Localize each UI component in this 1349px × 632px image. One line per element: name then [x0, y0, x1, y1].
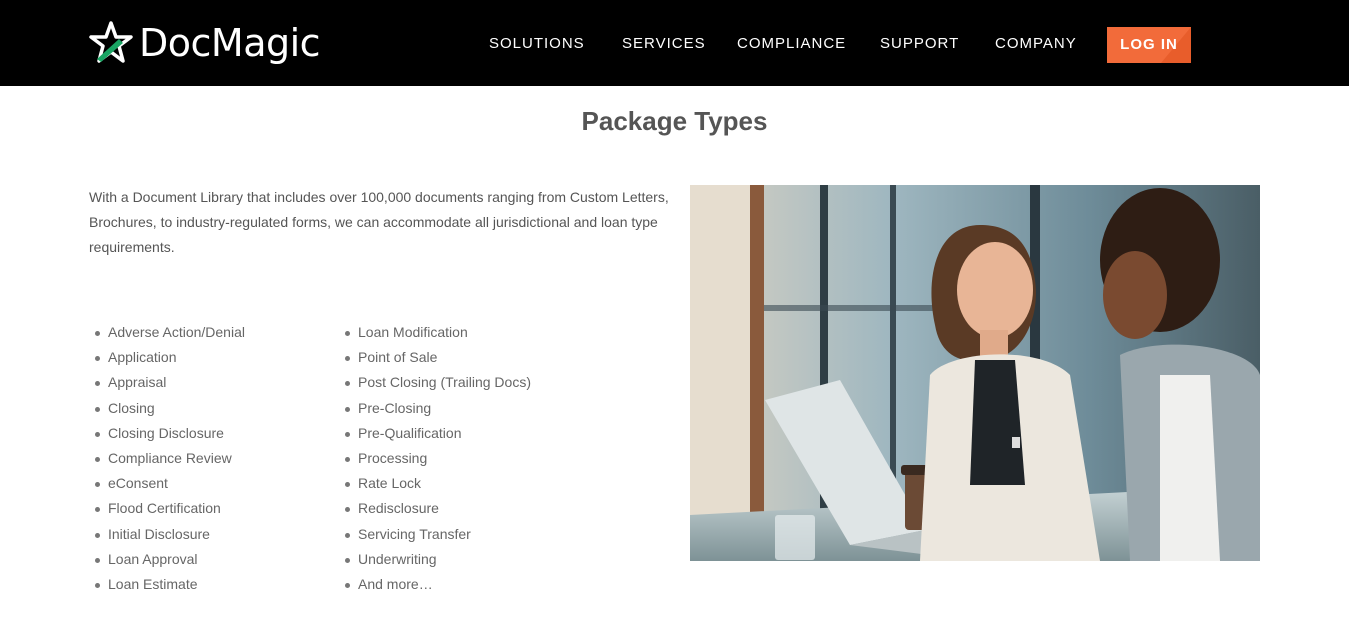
- list-item: And more…: [339, 572, 531, 597]
- page-title: Package Types: [581, 106, 768, 136]
- nav-compliance[interactable]: COMPLIANCE: [737, 33, 846, 55]
- list-item: Post Closing (Trailing Docs): [339, 370, 531, 395]
- list-item: Appraisal: [89, 370, 245, 395]
- list-item: Initial Disclosure: [89, 522, 245, 547]
- list-item: Redisclosure: [339, 496, 531, 521]
- list-item: Point of Sale: [339, 345, 531, 370]
- list-item: Pre-Qualification: [339, 421, 531, 446]
- nav-company[interactable]: COMPANY: [995, 33, 1077, 55]
- list-item: Closing Disclosure: [89, 421, 245, 446]
- nav-support[interactable]: SUPPORT: [880, 33, 959, 55]
- list-item: Rate Lock: [339, 471, 531, 496]
- list-item: Adverse Action/Denial: [89, 320, 245, 345]
- star-logo-icon: [89, 21, 133, 63]
- intro-paragraph: With a Document Library that includes ov…: [89, 189, 669, 255]
- list-item: Pre-Closing: [339, 396, 531, 421]
- list-item: Loan Estimate: [89, 572, 245, 597]
- list-item: Servicing Transfer: [339, 522, 531, 547]
- login-button-label: LOG IN: [1120, 36, 1178, 53]
- list-item: Loan Modification: [339, 320, 531, 345]
- nav-solutions[interactable]: SOLUTIONS: [489, 33, 585, 55]
- login-button[interactable]: LOG IN: [1107, 27, 1191, 63]
- list-item: Processing: [339, 446, 531, 471]
- list-item: Underwriting: [339, 547, 531, 572]
- list-item: eConsent: [89, 471, 245, 496]
- site-header: DocMagic SOLUTIONS SERVICES COMPLIANCE S…: [0, 0, 1349, 86]
- list-item: Compliance Review: [89, 446, 245, 471]
- package-list-right: Loan Modification Point of Sale Post Clo…: [339, 320, 531, 597]
- list-item: Closing: [89, 396, 245, 421]
- docmagic-logo[interactable]: DocMagic: [89, 18, 321, 68]
- list-item: Loan Approval: [89, 547, 245, 572]
- office-meeting-photo: [690, 185, 1260, 561]
- list-item: Application: [89, 345, 245, 370]
- list-item: Flood Certification: [89, 496, 245, 521]
- package-list-left: Adverse Action/Denial Application Apprai…: [89, 320, 245, 597]
- logo-text: DocMagic: [139, 21, 321, 65]
- nav-services[interactable]: SERVICES: [622, 33, 706, 55]
